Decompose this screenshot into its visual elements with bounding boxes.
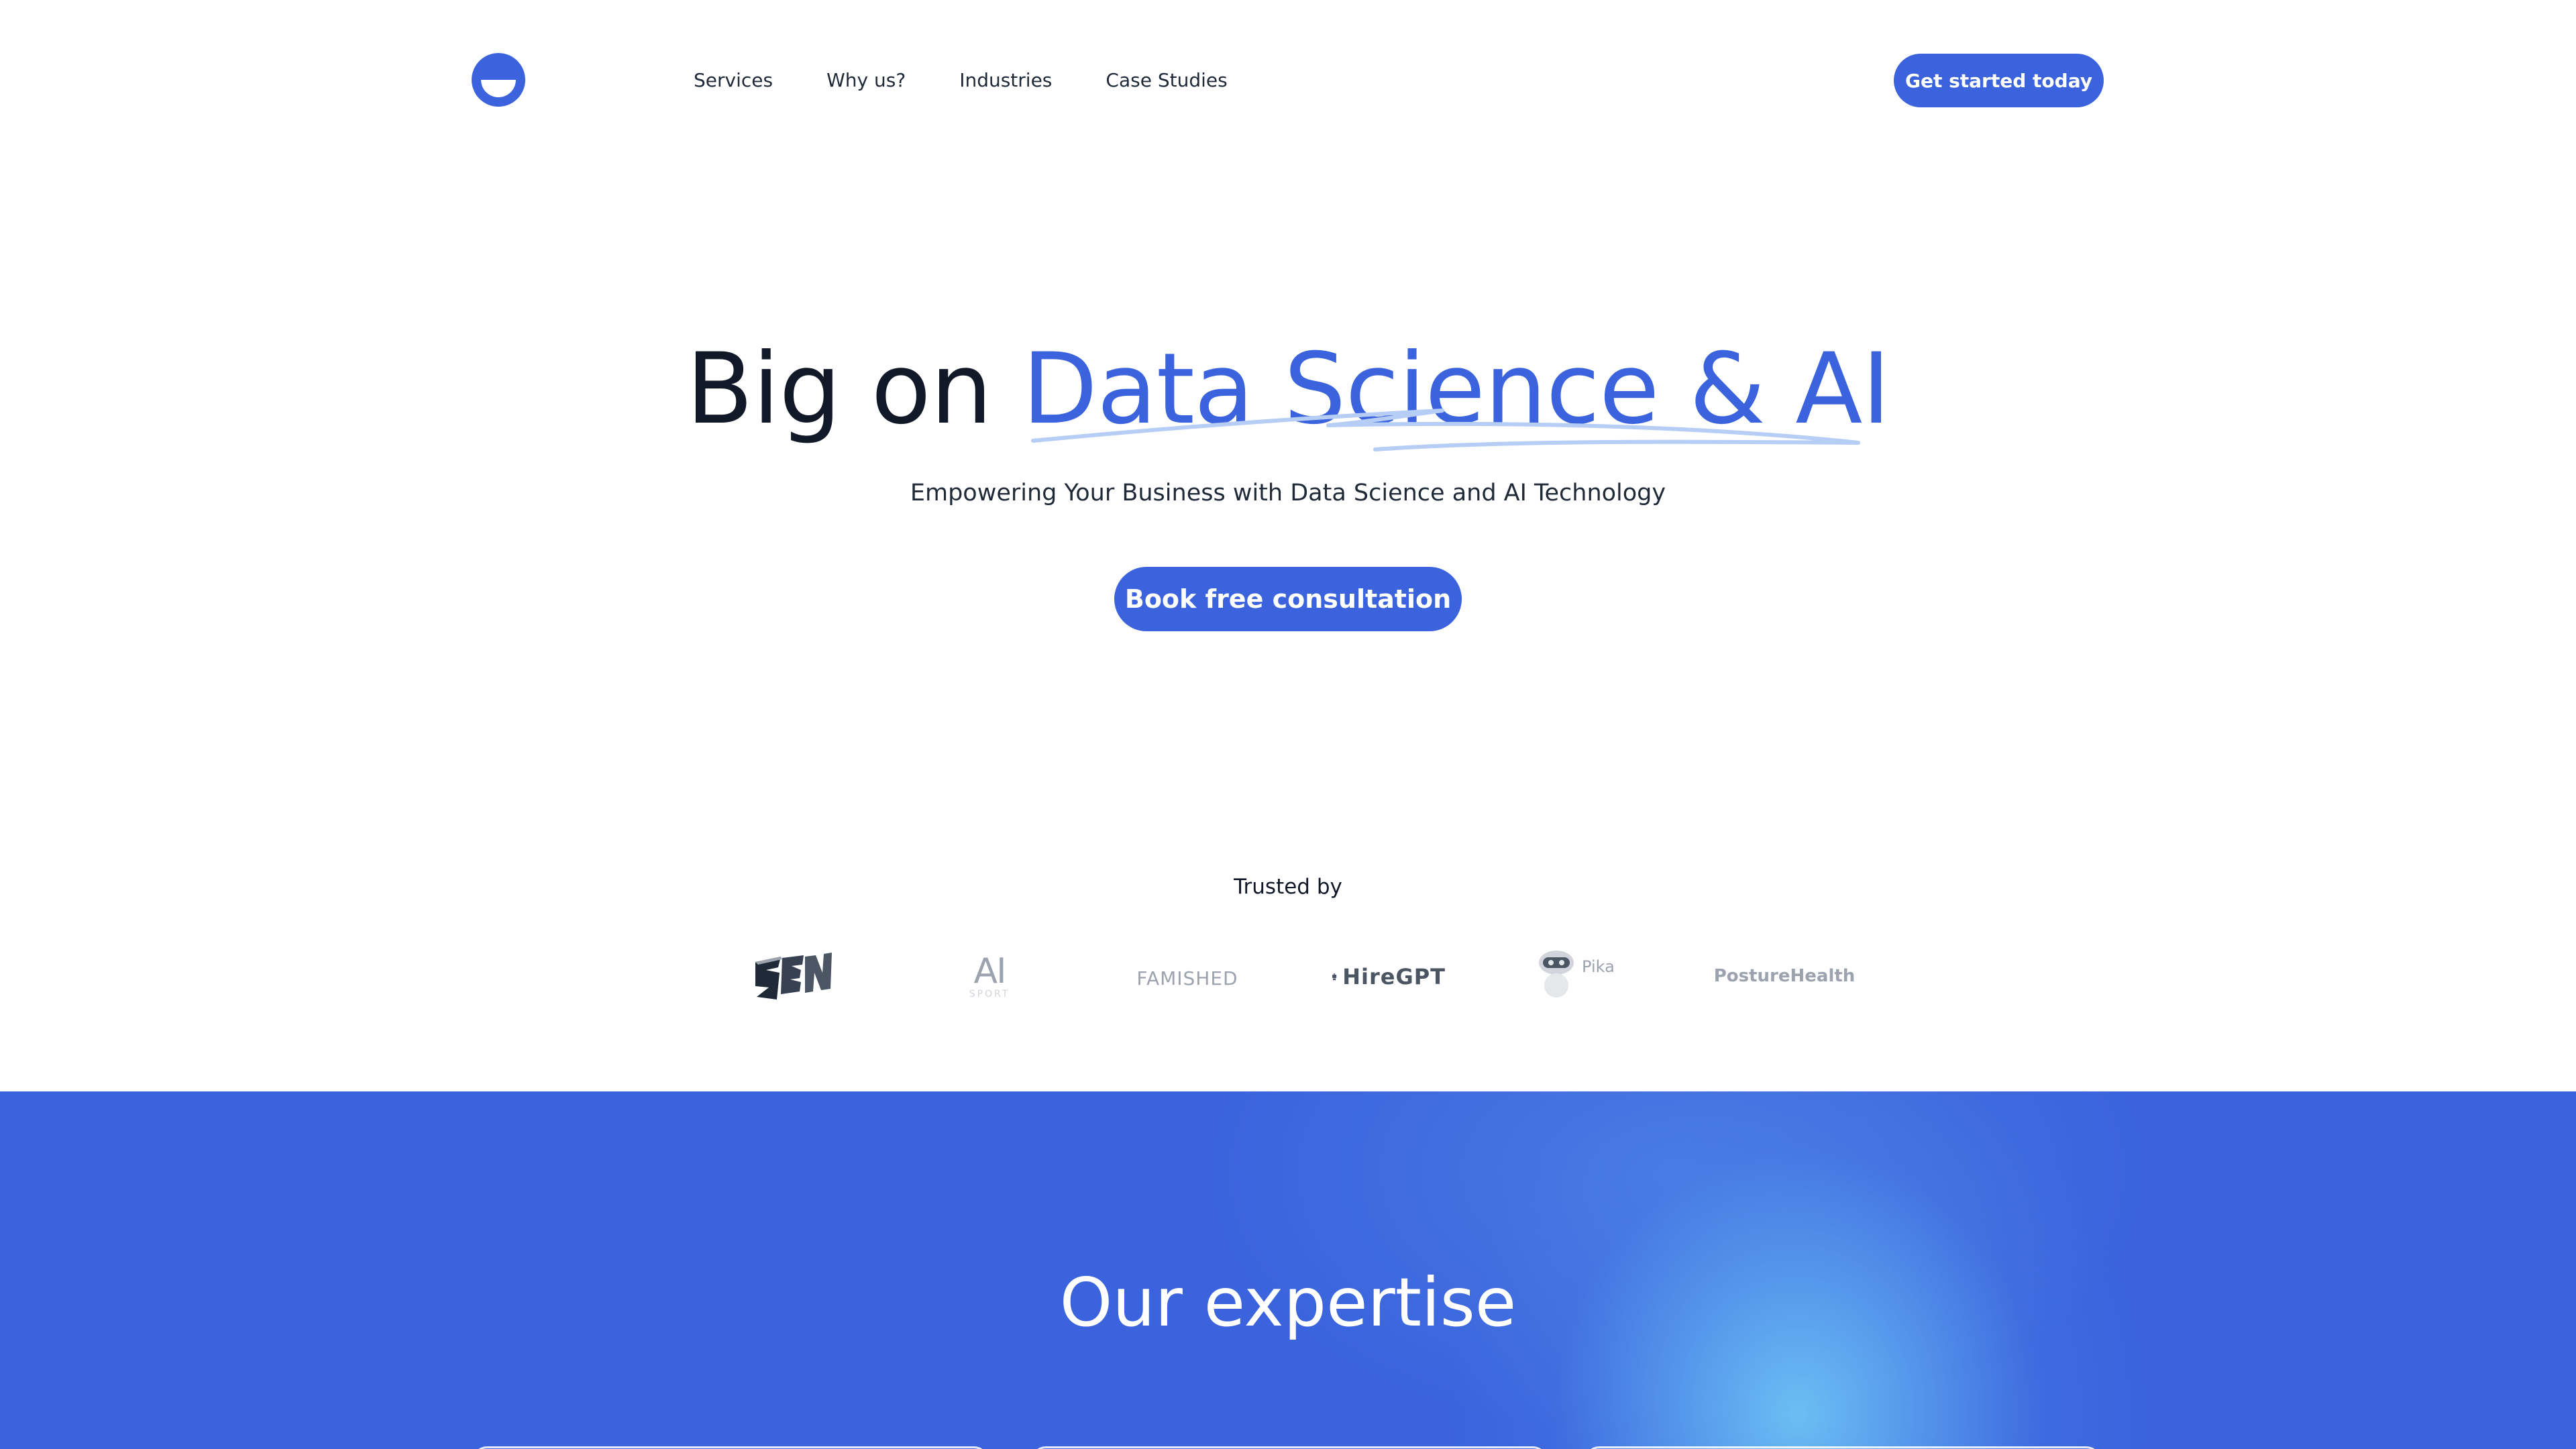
- site-header: Services Why us? Industries Case Studies…: [0, 0, 2576, 161]
- hiregpt-robot-icon: [1332, 973, 1337, 981]
- nav-link-why-us[interactable]: Why us?: [826, 66, 906, 95]
- main-nav: Services Why us? Industries Case Studies: [694, 66, 1281, 95]
- nav-link-industries[interactable]: Industries: [959, 66, 1052, 95]
- ai-sport-logo-subtext: SPORT: [969, 989, 1010, 1000]
- zen-logo: [751, 950, 835, 1004]
- pika-robot-icon: [1539, 951, 1574, 998]
- hero-subtitle: Empowering Your Business with Data Scien…: [910, 480, 1666, 506]
- hero-title-plain: Big on: [686, 332, 1022, 446]
- scribble-underline-decoration: [1031, 409, 1860, 451]
- ai-sport-logo-text: AI: [973, 951, 1007, 991]
- pika-logo-text: Pika: [1582, 957, 1615, 976]
- expertise-card[interactable]: [472, 1446, 989, 1449]
- trusted-by-label: Trusted by: [1234, 875, 1342, 899]
- get-started-button[interactable]: Get started today: [1894, 54, 2104, 107]
- posturehealth-logo: PostureHealth: [1713, 966, 1856, 986]
- pika-logo: Pika: [1536, 947, 1623, 1000]
- hiregpt-logo: HireGPT: [1332, 960, 1446, 994]
- logo-smile-shape: [481, 80, 516, 97]
- book-consultation-button[interactable]: Book free consultation: [1114, 567, 1462, 631]
- expertise-title: Our expertise: [1059, 1263, 1517, 1342]
- expertise-card[interactable]: [1585, 1446, 2101, 1449]
- famished-logo: FAMISHED: [1136, 967, 1238, 989]
- expertise-card[interactable]: [1031, 1446, 1548, 1449]
- zen-logo-mark: [755, 953, 832, 1000]
- brand-logo[interactable]: [472, 53, 525, 107]
- expertise-section: Our expertise: [0, 1091, 2576, 1449]
- nav-link-case-studies[interactable]: Case Studies: [1106, 66, 1227, 95]
- ai-sport-logo: AI SPORT: [959, 950, 1020, 1004]
- nav-link-services[interactable]: Services: [694, 66, 773, 95]
- hiregpt-logo-text: HireGPT: [1342, 964, 1446, 989]
